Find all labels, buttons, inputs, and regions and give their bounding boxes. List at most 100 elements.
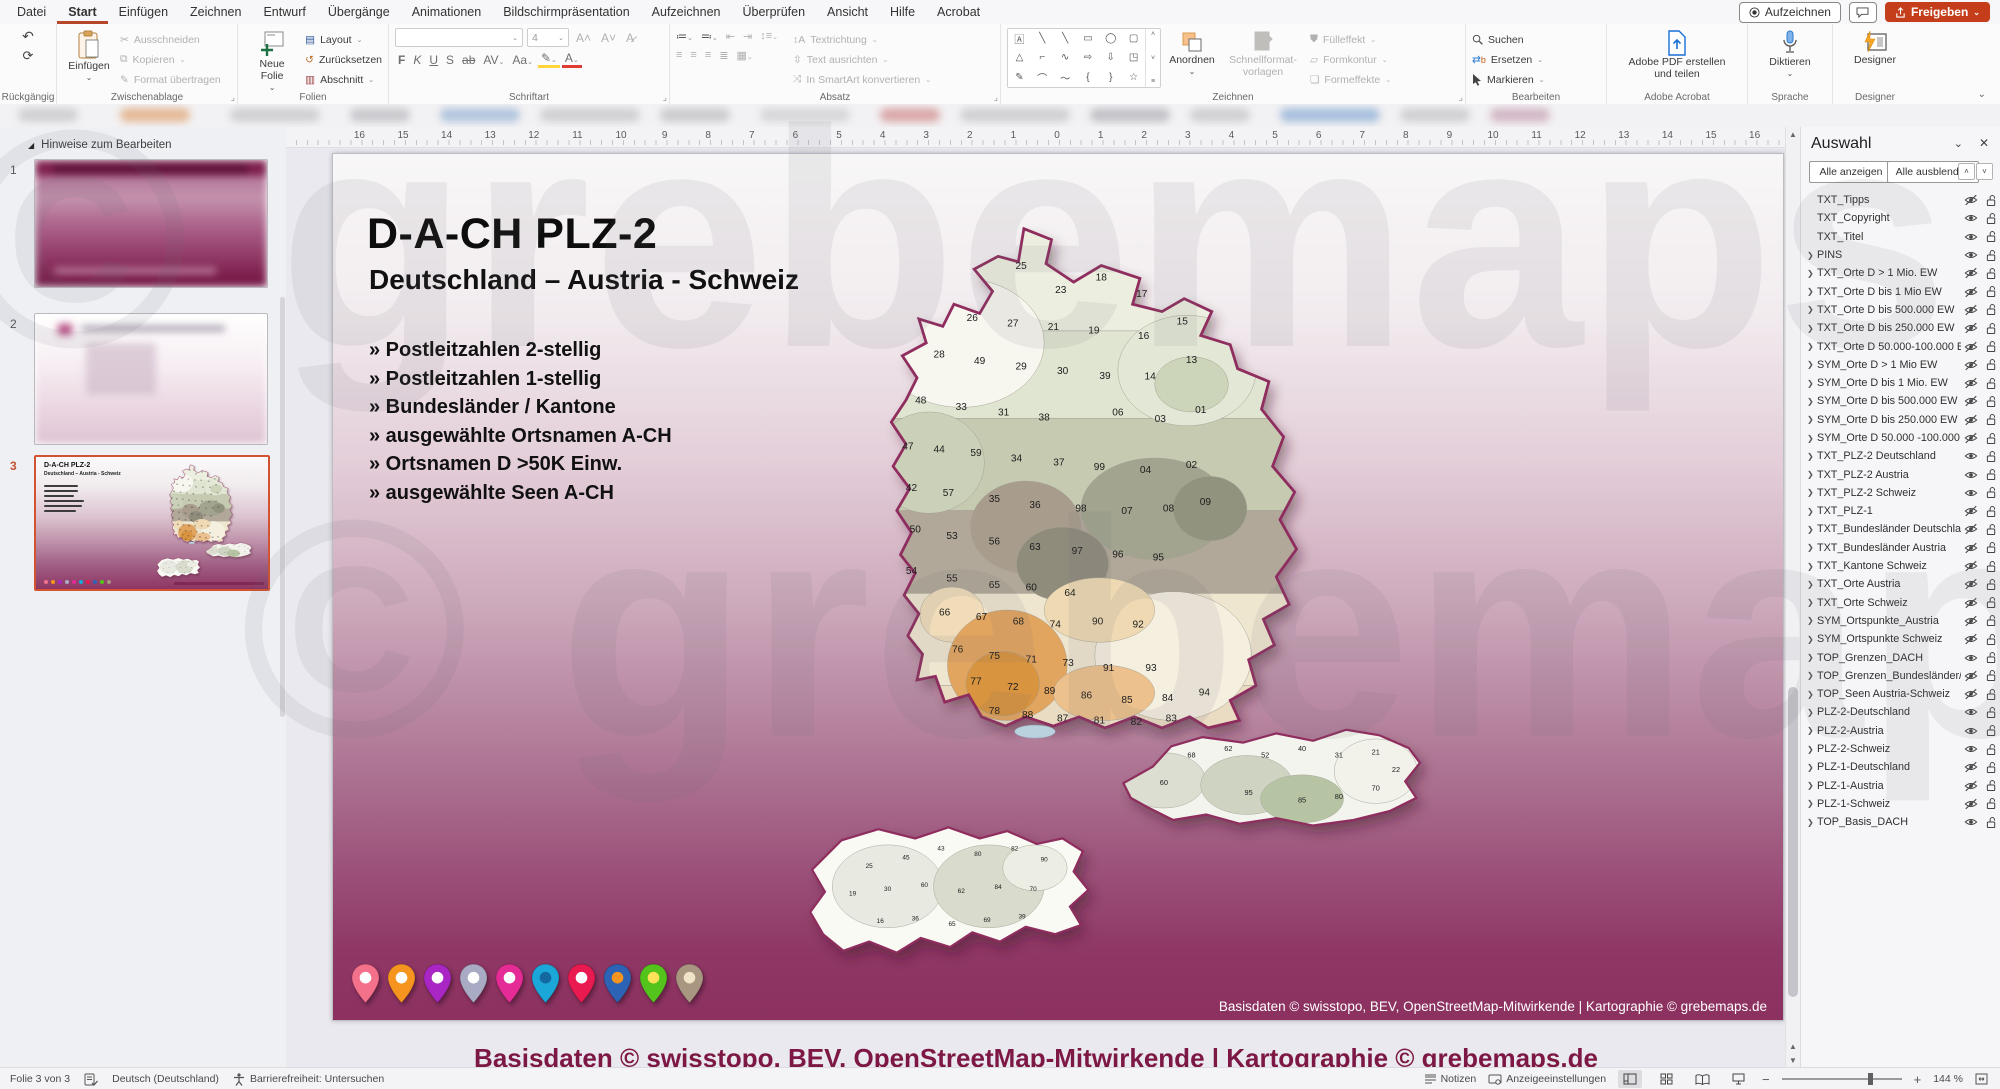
- map-pin-3[interactable]: [459, 963, 488, 1004]
- italic-button[interactable]: K: [410, 53, 424, 67]
- zoom-level[interactable]: 144 %: [1933, 1073, 1963, 1085]
- expand-chevron-icon[interactable]: ❯: [1807, 379, 1817, 388]
- shape-outline-button[interactable]: ▱Formkontur⌄: [1310, 50, 1391, 69]
- map-pin-0[interactable]: [351, 963, 380, 1004]
- expand-chevron-icon[interactable]: ❯: [1807, 818, 1817, 827]
- cut-button[interactable]: ✂Ausschneiden: [120, 30, 221, 49]
- map-pin-6[interactable]: [567, 963, 596, 1004]
- unlock-icon[interactable]: [1981, 706, 2000, 719]
- show-all-button[interactable]: Alle anzeigen: [1809, 161, 1893, 183]
- selection-item-txt-plz-2-schweiz[interactable]: ❯TXT_PLZ-2 Schweiz: [1801, 484, 2000, 502]
- menu-tab--berg-nge[interactable]: Übergänge: [317, 0, 401, 24]
- expand-chevron-icon[interactable]: ❯: [1807, 616, 1817, 625]
- hidden-eye-icon[interactable]: [1961, 322, 1981, 334]
- unlock-icon[interactable]: [1981, 560, 2000, 573]
- map-pin-8[interactable]: [639, 963, 668, 1004]
- unlock-icon[interactable]: [1981, 596, 2000, 609]
- hidden-eye-icon[interactable]: [1961, 761, 1981, 773]
- slide-sorter-view-button[interactable]: [1654, 1070, 1678, 1088]
- selection-item-sym-orte-d-bis-500-000-ew[interactable]: ❯SYM_Orte D bis 500.000 EW: [1801, 392, 2000, 410]
- expand-chevron-icon[interactable]: ❯: [1807, 452, 1817, 461]
- selection-item-pins[interactable]: ❯PINS: [1801, 246, 2000, 264]
- unlock-icon[interactable]: [1981, 230, 2000, 243]
- change-case-button[interactable]: Aa⌄: [509, 53, 536, 67]
- expand-chevron-icon[interactable]: ❯: [1807, 470, 1817, 479]
- shape-icon-12[interactable]: ✎: [1015, 72, 1023, 83]
- expand-chevron-icon[interactable]: ❯: [1807, 434, 1817, 443]
- expand-chevron-icon[interactable]: ❯: [1807, 580, 1817, 589]
- selection-item-txt-orte-d-1-mio-ew[interactable]: ❯TXT_Orte D > 1 Mio. EW: [1801, 264, 2000, 282]
- unlock-icon[interactable]: [1981, 779, 2000, 792]
- hidden-eye-icon[interactable]: [1961, 359, 1981, 371]
- unlock-icon[interactable]: [1981, 669, 2000, 682]
- smartart-button[interactable]: ⤨In SmartArt konvertieren⌄: [793, 70, 931, 89]
- expand-chevron-icon[interactable]: ❯: [1807, 690, 1817, 699]
- unlock-icon[interactable]: [1981, 413, 2000, 426]
- notes-button[interactable]: Notizen: [1424, 1073, 1477, 1085]
- bold-button[interactable]: F: [395, 53, 408, 67]
- scroll-up-icon[interactable]: ▲: [1786, 127, 1800, 141]
- unlock-icon[interactable]: [1981, 249, 2000, 262]
- selection-item-sym-orte-d-bis-1-mio-ew[interactable]: ❯SYM_Orte D bis 1 Mio. EW: [1801, 374, 2000, 392]
- slide-title[interactable]: D-A-CH PLZ-2: [367, 210, 657, 259]
- expand-chevron-icon[interactable]: ❯: [1807, 342, 1817, 351]
- hidden-eye-icon[interactable]: [1961, 267, 1981, 279]
- hidden-eye-icon[interactable]: [1961, 688, 1981, 700]
- strikethrough-button[interactable]: ab: [459, 53, 478, 67]
- selection-item-top-grenzen-bundesl-nder-kant-[interactable]: ❯TOP_Grenzen_Bundesländer/Kant...: [1801, 667, 2000, 685]
- unlock-icon[interactable]: [1981, 743, 2000, 756]
- unlock-icon[interactable]: [1981, 614, 2000, 627]
- normal-view-button[interactable]: [1618, 1070, 1642, 1088]
- selection-item-txt-titel[interactable]: TXT_Titel: [1801, 228, 2000, 246]
- shape-icon-14[interactable]: ～: [1060, 70, 1070, 85]
- unlock-icon[interactable]: [1981, 377, 2000, 390]
- expand-chevron-icon[interactable]: ❯: [1807, 415, 1817, 424]
- selection-item-plz-1-deutschland[interactable]: ❯PLZ-1-Deutschland: [1801, 758, 2000, 776]
- unlock-icon[interactable]: [1981, 816, 2000, 829]
- selection-item-top-basis-dach[interactable]: ❯TOP_Basis_DACH: [1801, 813, 2000, 831]
- shape-effects-button[interactable]: ❏Formeffekte⌄: [1310, 70, 1391, 89]
- scroll-prev-slide-icon[interactable]: ▲: [1786, 1039, 1800, 1053]
- shrink-font-icon[interactable]: A˅: [598, 31, 619, 45]
- slide-3-thumbnail[interactable]: D-A-CH PLZ-2 Deutschland – Austria - Sch…: [34, 455, 270, 591]
- zoom-slider[interactable]: [1782, 1078, 1902, 1080]
- menu-tab-datei[interactable]: Datei: [6, 0, 57, 24]
- shape-icon-7[interactable]: ⌐: [1039, 52, 1045, 63]
- reset-button[interactable]: ↺Zurücksetzen: [305, 50, 382, 69]
- expand-chevron-icon[interactable]: ❯: [1807, 598, 1817, 607]
- hidden-eye-icon[interactable]: [1961, 194, 1981, 206]
- unlock-icon[interactable]: [1981, 322, 2000, 335]
- hidden-eye-icon[interactable]: [1961, 780, 1981, 792]
- visible-eye-icon[interactable]: [1961, 249, 1981, 261]
- shape-icon-0[interactable]: 🄰: [1014, 31, 1024, 46]
- visible-eye-icon[interactable]: [1961, 231, 1981, 243]
- shape-icon-9[interactable]: ⇨: [1084, 52, 1092, 63]
- selection-item-txt-orte-austria[interactable]: ❯TXT_Orte Austria: [1801, 575, 2000, 593]
- bullet-list-icon[interactable]: ≔⌄: [676, 30, 693, 43]
- hidden-eye-icon[interactable]: [1961, 414, 1981, 426]
- clear-format-icon[interactable]: A̷: [623, 31, 637, 45]
- visible-eye-icon[interactable]: [1961, 487, 1981, 499]
- hidden-eye-icon[interactable]: [1961, 615, 1981, 627]
- visible-eye-icon[interactable]: [1961, 469, 1981, 481]
- expand-chevron-icon[interactable]: ❯: [1807, 543, 1817, 552]
- align-center-icon[interactable]: ≡: [690, 49, 696, 62]
- selection-item-plz-1-austria[interactable]: ❯PLZ-1-Austria: [1801, 777, 2000, 795]
- undo-icon[interactable]: ↶: [22, 28, 34, 45]
- menu-tab-animationen[interactable]: Animationen: [401, 0, 493, 24]
- selection-item-plz-2-deutschland[interactable]: ❯PLZ-2-Deutschland: [1801, 703, 2000, 721]
- shapes-gallery-scroll[interactable]: ˄˅≡: [1145, 29, 1160, 87]
- unlock-icon[interactable]: [1981, 541, 2000, 554]
- font-color-button[interactable]: A⌄: [562, 51, 582, 68]
- text-direction-button[interactable]: ↕ATextrichtung⌄: [793, 30, 931, 49]
- hidden-eye-icon[interactable]: [1961, 377, 1981, 389]
- grow-font-icon[interactable]: A˄: [573, 31, 594, 45]
- accessibility-checker[interactable]: Barrierefreiheit: Untersuchen: [233, 1073, 384, 1086]
- shadow-button[interactable]: S: [443, 53, 457, 67]
- unlock-icon[interactable]: [1981, 651, 2000, 664]
- expand-chevron-icon[interactable]: ❯: [1807, 269, 1817, 278]
- selection-item-sym-orte-d-1-mio-ew[interactable]: ❯SYM_Orte D > 1 Mio EW: [1801, 356, 2000, 374]
- zoom-out-button[interactable]: −: [1762, 1072, 1770, 1087]
- move-down-button[interactable]: ˅: [1976, 163, 1993, 180]
- visible-eye-icon[interactable]: [1961, 212, 1981, 224]
